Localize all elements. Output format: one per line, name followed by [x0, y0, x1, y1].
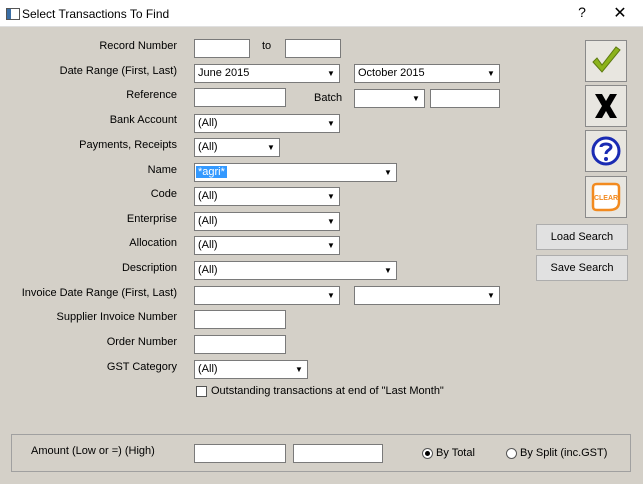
allocation-label: Allocation: [129, 237, 177, 249]
chevron-down-icon: ▼: [327, 291, 335, 300]
chevron-down-icon: ▼: [412, 94, 420, 103]
chevron-down-icon: ▼: [487, 69, 495, 78]
chevron-down-icon: ▼: [327, 192, 335, 201]
record-number-from-input[interactable]: [194, 39, 250, 58]
batch-label: Batch: [314, 92, 343, 104]
bank-account-label: Bank Account: [109, 114, 177, 126]
save-search-button[interactable]: Save Search: [536, 255, 628, 281]
chevron-down-icon: ▼: [295, 365, 303, 374]
invoice-date-first-select[interactable]: ▼: [194, 286, 340, 305]
dialog-body: Record Number to Date Range (First, Last…: [0, 27, 643, 484]
by-split-label: By Split (inc.GST): [520, 447, 608, 459]
description-label: Description: [121, 262, 177, 274]
allocation-select[interactable]: (All) ▼: [194, 236, 340, 255]
checkmark-icon: [592, 46, 621, 73]
enterprise-select[interactable]: (All) ▼: [194, 212, 340, 231]
clear-label: CLEAR: [594, 195, 618, 202]
order-number-label: Order Number: [106, 336, 177, 348]
by-total-label: By Total: [436, 447, 475, 459]
gst-category-label: GST Category: [106, 361, 177, 373]
ok-button[interactable]: [585, 40, 627, 82]
invoice-date-range-label: Invoice Date Range (First, Last): [21, 287, 177, 299]
date-last-value: October 2015: [358, 67, 425, 79]
app-icon: [6, 8, 20, 20]
question-icon: [591, 136, 621, 166]
code-select[interactable]: (All) ▼: [194, 187, 340, 206]
clear-icon: CLEAR: [591, 182, 621, 212]
chevron-down-icon: ▼: [327, 69, 335, 78]
to-label: to: [262, 40, 272, 52]
order-number-input[interactable]: [194, 335, 286, 354]
batch-input[interactable]: [430, 89, 500, 108]
date-first-select[interactable]: June 2015 ▼: [194, 64, 340, 83]
payments-receipts-value: (All): [198, 141, 218, 153]
chevron-down-icon: ▼: [267, 143, 275, 152]
bank-account-value: (All): [198, 117, 218, 129]
date-range-label: Date Range (First, Last): [59, 65, 177, 77]
outstanding-checkbox[interactable]: [196, 386, 207, 397]
invoice-date-last-select[interactable]: ▼: [354, 286, 500, 305]
gst-category-select[interactable]: (All) ▼: [194, 360, 308, 379]
description-value: (All): [198, 264, 218, 276]
clear-button[interactable]: CLEAR: [585, 176, 627, 218]
cancel-button[interactable]: [585, 85, 627, 127]
allocation-value: (All): [198, 239, 218, 251]
by-split-radio[interactable]: [506, 448, 517, 459]
enterprise-label: Enterprise: [126, 213, 177, 225]
chevron-down-icon: ▼: [327, 241, 335, 250]
payments-receipts-label: Payments, Receipts: [79, 139, 177, 151]
by-total-radio[interactable]: [422, 448, 433, 459]
close-button[interactable]: ✕: [608, 3, 632, 23]
chevron-down-icon: ▼: [327, 119, 335, 128]
name-value: *agri*: [196, 166, 227, 178]
payments-receipts-select[interactable]: (All) ▼: [194, 138, 280, 157]
reference-input[interactable]: [194, 88, 286, 107]
title-bar: Select Transactions To Find ? ✕: [0, 0, 643, 27]
batch-select[interactable]: ▼: [354, 89, 425, 108]
chevron-down-icon: ▼: [487, 291, 495, 300]
bank-account-select[interactable]: (All) ▼: [194, 114, 340, 133]
name-select[interactable]: *agri* ▼: [194, 163, 397, 182]
name-label: Name: [147, 164, 177, 176]
chevron-down-icon: ▼: [384, 168, 392, 177]
amount-high-input[interactable]: [293, 444, 383, 463]
record-number-label: Record Number: [99, 40, 177, 52]
window-title: Select Transactions To Find: [22, 7, 170, 21]
date-last-select[interactable]: October 2015 ▼: [354, 64, 500, 83]
date-first-value: June 2015: [198, 67, 250, 79]
amount-label: Amount (Low or =) (High): [31, 445, 155, 457]
gst-category-value: (All): [198, 363, 218, 375]
chevron-down-icon: ▼: [384, 266, 392, 275]
supplier-invoice-number-input[interactable]: [194, 310, 286, 329]
help-title-button[interactable]: ?: [574, 4, 590, 22]
load-search-button[interactable]: Load Search: [536, 224, 628, 250]
amount-group: Amount (Low or =) (High) By Total By Spl…: [11, 434, 631, 472]
reference-label: Reference: [126, 89, 177, 101]
code-value: (All): [198, 190, 218, 202]
amount-low-input[interactable]: [194, 444, 286, 463]
chevron-down-icon: ▼: [327, 217, 335, 226]
record-number-to-input[interactable]: [285, 39, 341, 58]
help-button[interactable]: [585, 130, 627, 172]
code-label: Code: [150, 188, 177, 200]
outstanding-label: Outstanding transactions at end of "Last…: [211, 385, 444, 397]
enterprise-value: (All): [198, 215, 218, 227]
description-select[interactable]: (All) ▼: [194, 261, 397, 280]
supplier-invoice-number-label: Supplier Invoice Number: [56, 311, 177, 323]
x-icon: [595, 94, 617, 118]
